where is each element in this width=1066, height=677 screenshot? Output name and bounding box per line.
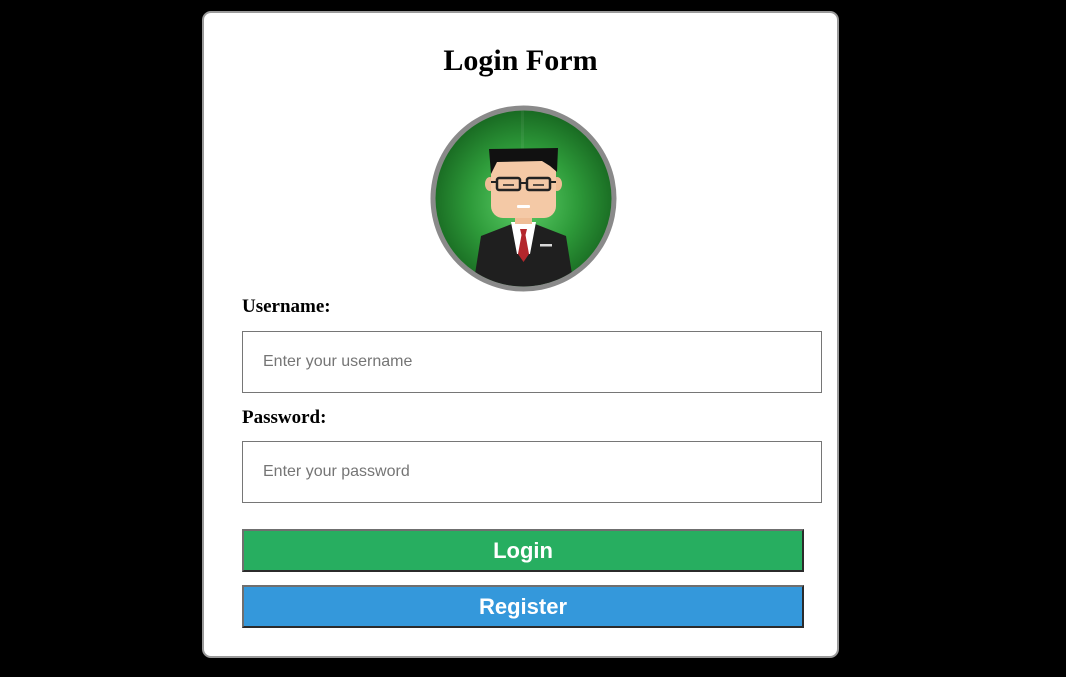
username-label: Username: (242, 296, 331, 317)
password-label: Password: (242, 407, 327, 428)
form-title: Login Form (443, 44, 598, 77)
username-input[interactable] (242, 331, 822, 393)
businessman-avatar-icon (430, 105, 617, 292)
login-card: Login Form Username: Enter your username… (202, 11, 839, 658)
login-button[interactable]: Login (242, 529, 804, 572)
register-button[interactable]: Register (242, 585, 804, 628)
password-input[interactable] (242, 441, 822, 503)
